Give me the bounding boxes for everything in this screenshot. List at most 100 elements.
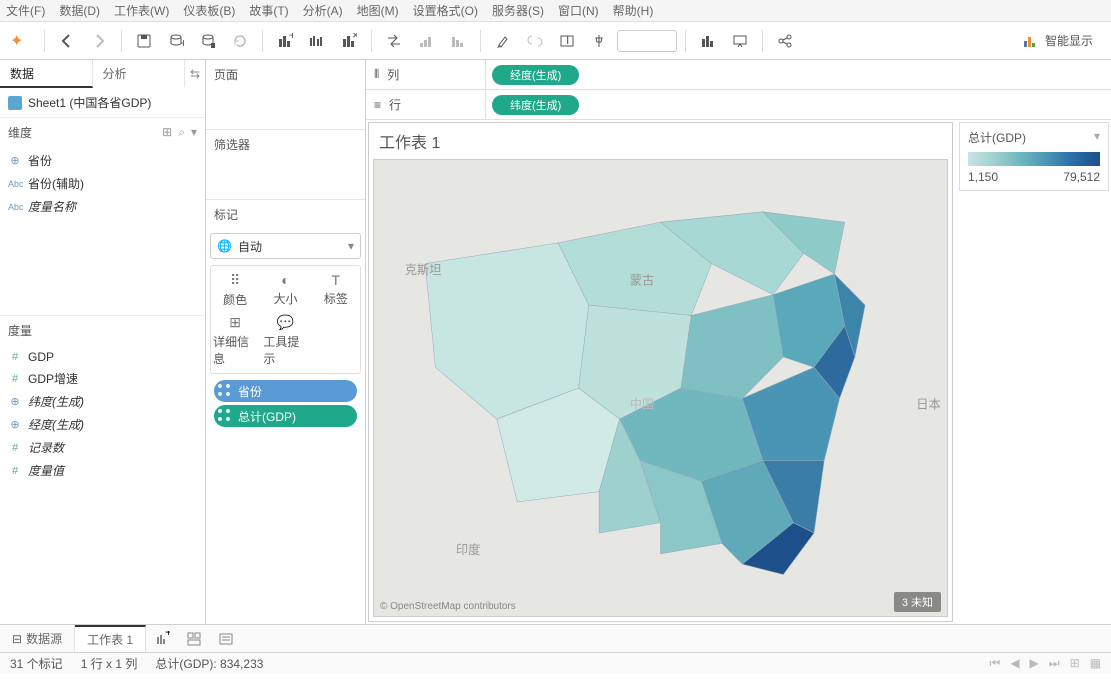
save-icon[interactable] [130,27,158,55]
toolbar: + + × T 智能显示 [0,22,1111,60]
text-icon[interactable]: T [553,27,581,55]
forward-icon[interactable] [85,27,113,55]
show-cards-icon[interactable] [694,27,722,55]
dimensions-header: 维度 ⊞⌕▾ [0,117,205,147]
first-page-icon[interactable]: ⏮ [990,656,1001,671]
columns-shelf[interactable]: ⦀列 经度(生成) [366,60,1111,90]
menu-format[interactable]: 设置格式(O) [413,2,478,19]
prev-page-icon[interactable]: ◀ [1010,656,1019,671]
color-encoding-icon [218,409,232,423]
fit-dropdown[interactable] [617,30,677,52]
highlight-icon[interactable] [489,27,517,55]
svg-text:+: + [289,33,293,42]
sort-asc-icon[interactable] [412,27,440,55]
svg-text:×: × [352,33,357,42]
present-icon[interactable] [726,27,754,55]
mark-size-button[interactable]: ◐大小 [261,270,309,310]
worksheet-area: ⦀列 经度(生成) ≡行 纬度(生成) 工作表 1 [366,60,1111,624]
marks-pill-province[interactable]: 省份 [214,380,357,402]
dropdown-icon[interactable]: ▾ [191,125,197,140]
menu-file[interactable]: 文件(F) [6,2,45,19]
menu-dashboard[interactable]: 仪表板(B) [183,2,235,19]
swap-icon[interactable] [380,27,408,55]
tableau-logo[interactable] [8,31,28,51]
svg-text:T: T [564,33,572,47]
refresh-icon[interactable] [226,27,254,55]
new-worksheet-icon[interactable]: + [146,631,178,647]
sheet1-tab[interactable]: 工作表 1 [75,625,146,652]
mark-color-button[interactable]: ⠿颜色 [211,270,259,310]
columns-pill[interactable]: 经度(生成) [492,65,579,85]
duplicate-sheet-icon[interactable] [303,27,331,55]
field-record-count[interactable]: #记录数 [0,436,205,459]
field-gdp-growth[interactable]: #GDP增速 [0,367,205,390]
clear-sheet-icon[interactable]: × [335,27,363,55]
label-t-icon: T [332,272,341,288]
svg-text:蒙古: 蒙古 [630,272,655,287]
datasource-item[interactable]: Sheet1 (中国各省GDP) [0,88,205,117]
slideshow-icon[interactable]: ▦ [1090,656,1101,671]
tab-collapse-icon[interactable]: ⇆ [185,60,205,88]
pin-icon[interactable] [585,27,613,55]
menu-window[interactable]: 窗口(N) [558,2,599,19]
cards-column: 页面 筛选器 标记 🌐 自动 ▾ ⠿颜色 ◐大小 T标签 ⊞详细信息 💬工具 [206,60,366,624]
mark-detail-button[interactable]: ⊞详细信息 [211,312,259,369]
status-marks: 31 个标记 [10,655,63,672]
field-measure-names[interactable]: Abc度量名称 [0,195,205,218]
sort-desc-icon[interactable] [444,27,472,55]
back-icon[interactable] [53,27,81,55]
menu-bar: 文件(F) 数据(D) 工作表(W) 仪表板(B) 故事(T) 分析(A) 地图… [0,0,1111,22]
group-icon[interactable] [521,27,549,55]
menu-data[interactable]: 数据(D) [59,2,100,19]
grid-view-icon[interactable]: ⊞ [1070,656,1080,671]
mark-tooltip-button[interactable]: 💬工具提示 [261,312,309,369]
svg-text:日本: 日本 [916,398,941,412]
field-longitude[interactable]: ⊕经度(生成) [0,413,205,436]
menu-server[interactable]: 服务器(S) [492,2,544,19]
new-dashboard-icon[interactable] [178,631,210,647]
menu-analysis[interactable]: 分析(A) [303,2,343,19]
unknown-pill[interactable]: 3 未知 [894,592,941,612]
show-me-icon [1023,33,1039,49]
sheet-title[interactable]: 工作表 1 [369,123,952,159]
view-options-icon[interactable]: ⊞ [162,125,172,140]
new-datasource-icon[interactable]: + [162,27,190,55]
menu-worksheet[interactable]: 工作表(W) [114,2,169,19]
color-dots-icon: ⠿ [230,272,240,289]
automatic-mark-icon: 🌐 [217,239,232,253]
field-measure-values[interactable]: #度量值 [0,459,205,482]
status-summary: 总计(GDP): 834,233 [155,655,263,672]
new-sheet-icon[interactable]: + [271,27,299,55]
svg-text:克斯坦: 克斯坦 [405,263,442,277]
mark-label-button[interactable]: T标签 [312,270,360,310]
last-page-icon[interactable]: ⏭ [1049,656,1060,671]
viz-canvas[interactable]: 工作表 1 [368,122,953,622]
menu-story[interactable]: 故事(T) [249,2,288,19]
filters-card[interactable]: 筛选器 [206,130,365,200]
svg-text:+: + [180,36,184,49]
next-page-icon[interactable]: ▶ [1030,656,1039,671]
datasource-tab[interactable]: ⊟数据源 [0,625,75,652]
mark-type-dropdown[interactable]: 🌐 自动 ▾ [210,233,361,259]
tab-data[interactable]: 数据 [0,60,93,88]
rows-pill[interactable]: 纬度(生成) [492,95,579,115]
map-view[interactable]: 克斯坦 蒙古 中国 印度 日本 © OpenStreetMap contribu… [373,159,948,617]
share-icon[interactable] [771,27,799,55]
field-latitude[interactable]: ⊕纬度(生成) [0,390,205,413]
field-gdp[interactable]: #GDP [0,347,205,367]
rows-shelf[interactable]: ≡行 纬度(生成) [366,90,1111,120]
menu-help[interactable]: 帮助(H) [613,2,654,19]
columns-icon: ⦀ [374,67,379,82]
tab-analysis[interactable]: 分析 [93,60,186,88]
pages-card[interactable]: 页面 [206,60,365,130]
field-province-aux[interactable]: Abc省份(辅助) [0,172,205,195]
search-icon[interactable]: ⌕ [178,125,185,140]
legend-menu-icon[interactable]: ▾ [1094,129,1100,146]
menu-map[interactable]: 地图(M) [357,2,399,19]
pause-updates-icon[interactable] [194,27,222,55]
field-province[interactable]: ⊕省份 [0,149,205,172]
color-legend[interactable]: 总计(GDP)▾ 1,15079,512 [959,122,1109,622]
show-me-button[interactable]: 智能显示 [1023,32,1103,49]
marks-pill-gdp[interactable]: 总计(GDP) [214,405,357,427]
new-story-icon[interactable] [210,631,242,647]
